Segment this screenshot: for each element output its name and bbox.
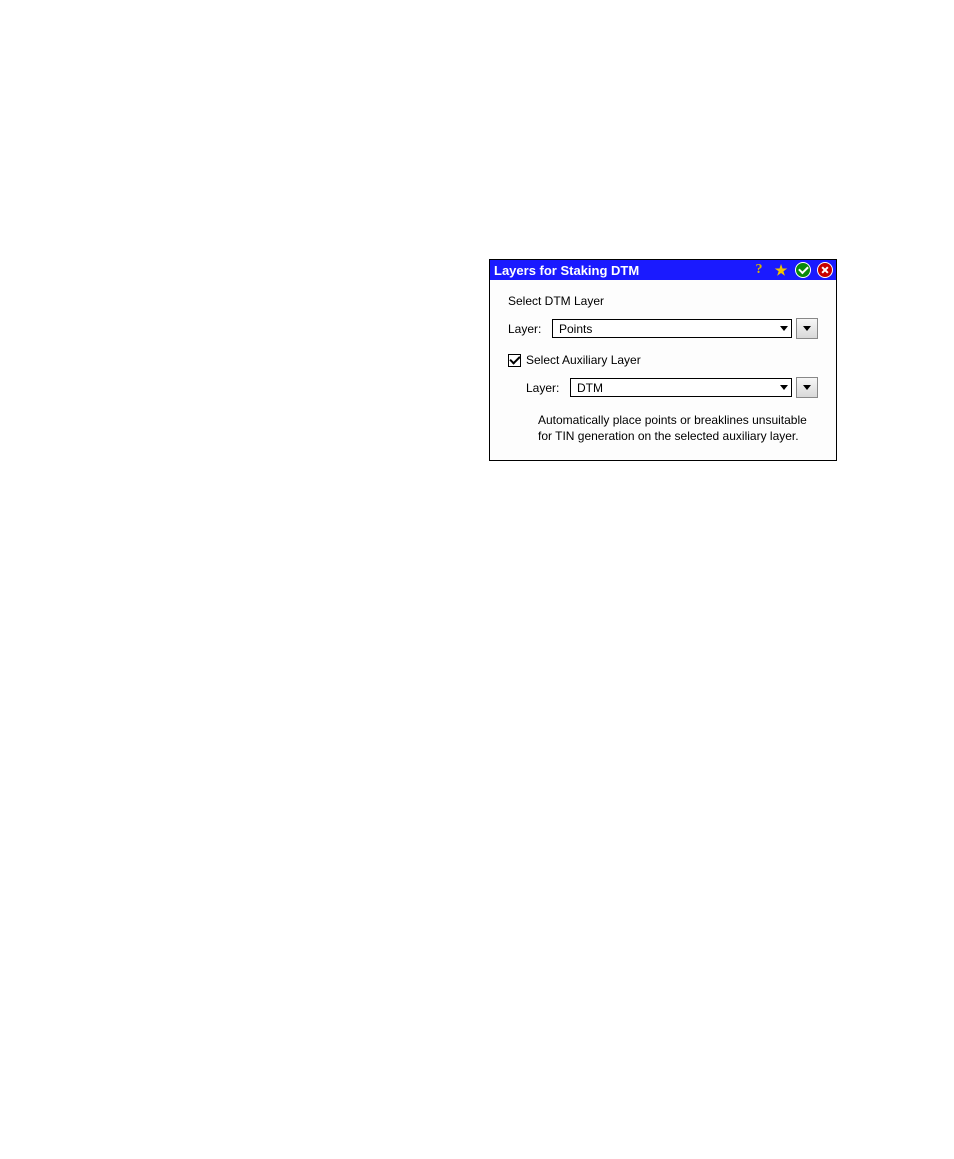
dialog-client-area: Select DTM Layer Layer: Points Select Au… <box>490 280 836 460</box>
dtm-layer-combo-group: Points <box>552 318 818 339</box>
aux-layer-field-label: Layer: <box>526 381 570 395</box>
dialog-layers-for-staking-dtm: Layers for Staking DTM ? ★ Select DTM La… <box>489 259 837 461</box>
aux-layer-row: Layer: DTM <box>526 377 818 398</box>
dtm-layer-more-button[interactable] <box>796 318 818 339</box>
aux-layer-checkbox[interactable] <box>508 354 521 367</box>
dtm-layer-row: Layer: Points <box>508 318 818 339</box>
chevron-down-icon <box>803 326 811 331</box>
favorite-icon[interactable]: ★ <box>773 262 789 278</box>
select-dtm-layer-label: Select DTM Layer <box>508 294 818 308</box>
titlebar-buttons: ? ★ <box>751 262 833 278</box>
aux-layer-more-button[interactable] <box>796 377 818 398</box>
chevron-down-icon <box>776 320 791 337</box>
chevron-down-icon <box>803 385 811 390</box>
aux-layer-checkbox-row: Select Auxiliary Layer <box>508 353 818 367</box>
aux-layer-help-text: Automatically place points or breaklines… <box>538 412 813 444</box>
aux-layer-checkbox-label[interactable]: Select Auxiliary Layer <box>526 353 641 367</box>
help-icon[interactable]: ? <box>751 262 767 278</box>
titlebar: Layers for Staking DTM ? ★ <box>490 260 836 280</box>
chevron-down-icon <box>776 379 791 396</box>
dtm-layer-field-label: Layer: <box>508 322 552 336</box>
ok-icon[interactable] <box>795 262 811 278</box>
cancel-icon[interactable] <box>817 262 833 278</box>
dtm-layer-value: Points <box>559 322 592 336</box>
aux-layer-value: DTM <box>577 381 603 395</box>
aux-layer-combobox[interactable]: DTM <box>570 378 792 397</box>
dialog-title: Layers for Staking DTM <box>494 263 639 278</box>
dtm-layer-combobox[interactable]: Points <box>552 319 792 338</box>
aux-layer-combo-group: DTM <box>570 377 818 398</box>
